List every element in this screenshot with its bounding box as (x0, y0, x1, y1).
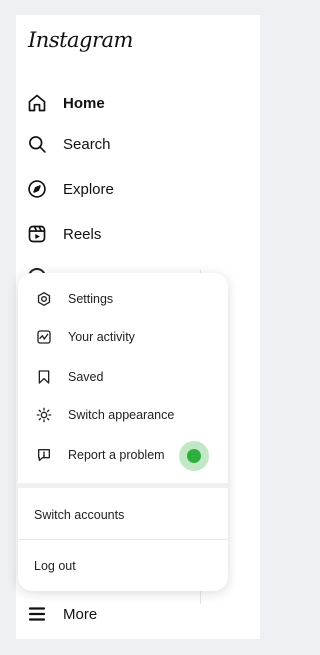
report-icon (35, 446, 53, 464)
nav-item-more[interactable]: More (26, 602, 97, 626)
menu-label-switch-appearance: Switch appearance (68, 408, 175, 422)
menu-item-switch-appearance[interactable]: Switch appearance (18, 396, 228, 434)
log-out-button[interactable]: Log out (34, 559, 76, 573)
hamburger-menu-icon (26, 603, 48, 625)
sun-icon (35, 406, 53, 424)
activity-icon (35, 328, 53, 346)
nav-label-more: More (63, 605, 98, 623)
menu-label-settings: Settings (68, 292, 114, 306)
nav-label-home: Home (63, 94, 105, 112)
menu-item-saved[interactable]: Saved (18, 358, 228, 396)
more-menu: Settings Your activity Saved Switch appe… (18, 273, 228, 591)
search-icon (26, 133, 48, 155)
nav-item-explore[interactable]: Explore (26, 177, 114, 201)
bookmark-icon (35, 368, 53, 386)
nav-label-search: Search (63, 135, 111, 153)
compass-icon (26, 178, 48, 200)
nav-label-reels: Reels (63, 225, 102, 243)
menu-label-your-activity: Your activity (68, 330, 135, 344)
nav-item-home[interactable]: Home (26, 91, 105, 115)
reels-icon (26, 223, 48, 245)
cursor-indicator (179, 441, 209, 471)
nav-item-search[interactable]: Search (26, 132, 111, 156)
instagram-logo[interactable]: Instagram (28, 28, 133, 52)
nav-label-explore: Explore (63, 180, 114, 198)
switch-accounts-button[interactable]: Switch accounts (34, 508, 124, 522)
cursor-dot-core (187, 449, 201, 463)
menu-label-report-problem: Report a problem (68, 448, 165, 462)
menu-item-your-activity[interactable]: Your activity (18, 318, 228, 356)
nav-item-reels[interactable]: Reels (26, 222, 101, 246)
menu-item-settings[interactable]: Settings (18, 280, 228, 318)
menu-label-saved: Saved (68, 370, 104, 384)
menu-section-divider (18, 483, 228, 488)
menu-divider (18, 539, 228, 540)
gear-icon (35, 290, 53, 308)
home-icon (26, 92, 48, 114)
